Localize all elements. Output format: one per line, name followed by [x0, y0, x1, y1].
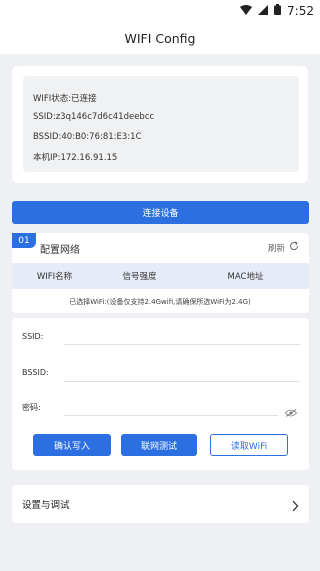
section-number-badge: 01	[12, 233, 36, 248]
bssid-label: BSSID:	[22, 368, 49, 377]
connect-device-button[interactable]: 连接设备	[12, 201, 309, 224]
status-time: 7:52	[287, 4, 314, 18]
wifi-table-header: WIFI名称 信号强度 MAC地址	[12, 263, 309, 289]
ssid-text: SSID:z3q146c7d6c41deebcc	[33, 112, 155, 122]
wifi-info-card: WIFI状态:已连接 SSID:z3q146c7d6c41deebcc BSSI…	[12, 66, 308, 183]
settings-label: 设置与调试	[22, 500, 70, 511]
settings-debug-row[interactable]: 设置与调试	[12, 485, 309, 523]
status-icons: 7:52	[240, 4, 314, 18]
selected-wifi-note: 已选择WiFi:(设备仅支持2.4Gwifi,请确保所选WiFi为2.4G)	[69, 298, 251, 306]
wifi-status-text: WIFI状态:已连接	[33, 94, 97, 104]
wifi-info-panel: WIFI状态:已连接 SSID:z3q146c7d6c41deebcc BSSI…	[23, 76, 299, 172]
ip-text: 本机IP:172.16.91.15	[33, 153, 118, 163]
column-header-wifi-name: WIFI名称	[36, 272, 73, 282]
cell-signal-icon	[258, 4, 269, 18]
network-test-button[interactable]: 联网测试	[121, 434, 197, 456]
section-title: 配置网络	[40, 245, 80, 256]
refresh-label: 刷新	[267, 243, 285, 254]
chevron-right-icon	[291, 497, 299, 516]
page-title: WIFI Config	[124, 31, 196, 46]
ssid-input[interactable]	[64, 326, 300, 345]
password-input[interactable]	[64, 397, 278, 416]
column-header-signal: 信号强度	[122, 272, 157, 282]
status-bar: 7:52	[0, 0, 320, 24]
app-header: WIFI Config	[0, 24, 320, 54]
password-label: 密码:	[22, 403, 41, 412]
refresh-button[interactable]: 刷新	[268, 241, 299, 254]
refresh-icon	[289, 241, 299, 254]
wifi-form-card: SSID: BSSID: 密码: 确认写入 联网测试 读取WiFi	[12, 318, 309, 470]
bssid-text: BSSID:40:B0:76:81:E3:1C	[33, 132, 142, 142]
battery-icon	[274, 4, 282, 18]
wifi-signal-icon	[240, 4, 253, 18]
bssid-input[interactable]	[64, 363, 300, 382]
ssid-label: SSID:	[22, 332, 44, 341]
column-header-mac: MAC地址	[227, 272, 264, 282]
read-wifi-button[interactable]: 读取WiFi	[210, 434, 288, 456]
eye-toggle-icon[interactable]	[284, 402, 298, 421]
confirm-write-button[interactable]: 确认写入	[33, 434, 111, 456]
